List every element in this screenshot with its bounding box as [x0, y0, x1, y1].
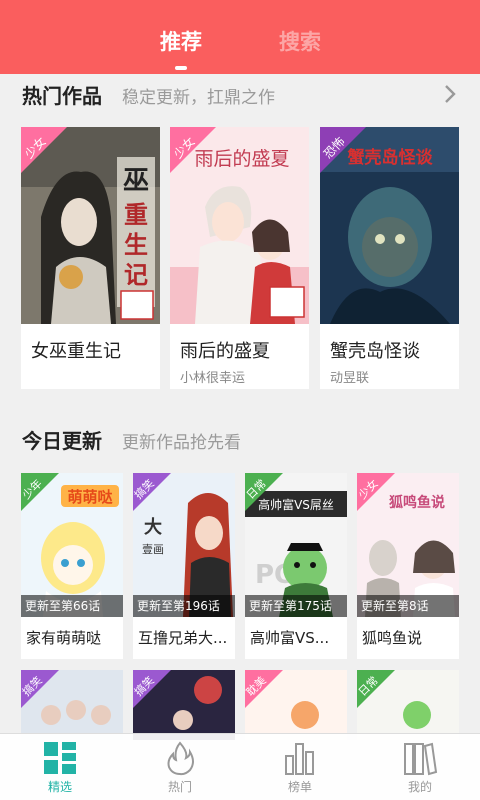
- nav-label: 精选: [47, 780, 72, 794]
- update-item-card[interactable]: 萌萌哒 少年 更新至第66话 家有萌萌哒: [20, 473, 123, 659]
- hot-item-card[interactable]: 巫 重 生 记 少女 女巫重生记: [21, 127, 160, 389]
- comic-title: 家有萌萌哒: [26, 629, 102, 647]
- comic-title: 雨后的盛夏: [180, 341, 270, 362]
- section-title-hot: 热门作品: [22, 84, 102, 108]
- chevron-right-icon[interactable]: [442, 84, 458, 104]
- nav-item-hot[interactable]: 热门: [150, 740, 210, 798]
- hot-item-card[interactable]: 雨后的盛夏 少女 雨后的盛夏 小林很幸运: [170, 127, 309, 389]
- update-progress-badge: 更新至第8话: [357, 595, 459, 617]
- comic-card-partial[interactable]: 搞笑: [21, 670, 123, 740]
- svg-text:生: 生: [124, 230, 148, 259]
- comic-card-partial[interactable]: 耽美: [245, 670, 347, 740]
- comic-author: 动昱联: [330, 371, 370, 386]
- svg-text:重: 重: [124, 200, 148, 229]
- svg-text:大: 大: [144, 516, 162, 538]
- bar-chart-icon: [285, 743, 314, 775]
- svg-text:壹画: 壹画: [142, 543, 164, 556]
- section-subtitle-today: 更新作品抢先看: [122, 433, 241, 453]
- comic-title: 高帅富VS...: [250, 629, 330, 647]
- update-item-card[interactable]: 高帅富VS屌丝 POU 日常 更新至第175话 高帅富VS...: [244, 473, 347, 659]
- tab-search[interactable]: 搜索: [279, 26, 321, 56]
- section-subtitle-hot: 稳定更新，扛鼎之作: [122, 88, 275, 108]
- top-bar: 推荐 搜索: [0, 0, 480, 74]
- update-item-card[interactable]: 大 壹画 搞笑 更新至第196话 互撸兄弟大...: [132, 473, 235, 659]
- tab-indicator: [175, 66, 187, 70]
- flame-icon: [167, 741, 194, 776]
- nav-label: 热门: [167, 780, 192, 794]
- bookshelf-icon: [404, 742, 438, 776]
- comic-card-partial[interactable]: 日常: [357, 670, 459, 740]
- svg-text:狐鸣鱼说: 狐鸣鱼说: [389, 494, 445, 511]
- nav-item-mine[interactable]: 我的: [390, 740, 450, 798]
- today-section-header: 今日更新 更新作品抢先看: [22, 425, 241, 455]
- svg-text:巫: 巫: [123, 166, 149, 196]
- section-title-today: 今日更新: [22, 429, 102, 453]
- comic-title: 女巫重生记: [31, 341, 121, 362]
- grid-icon: [44, 742, 76, 774]
- update-progress-badge: 更新至第66话: [21, 595, 123, 617]
- svg-text:萌萌哒: 萌萌哒: [67, 488, 113, 506]
- comic-title: 蟹壳岛怪谈: [330, 341, 420, 362]
- nav-label: 榜单: [287, 780, 312, 794]
- comic-title: 互撸兄弟大...: [138, 629, 228, 647]
- hot-item-card[interactable]: 蟹壳岛怪谈 恐怖 蟹壳岛怪谈 动昱联: [320, 127, 459, 389]
- nav-item-featured[interactable]: 精选: [30, 740, 90, 798]
- comic-title: 狐鸣鱼说: [362, 629, 423, 647]
- update-progress-badge: 更新至第175话: [245, 595, 347, 617]
- bottom-nav: 精选 热门 榜单 我的: [0, 733, 480, 800]
- comic-card-partial[interactable]: 搞笑: [133, 670, 235, 740]
- hot-section-header: 热门作品 稳定更新，扛鼎之作: [22, 80, 275, 110]
- nav-item-ranking[interactable]: 榜单: [270, 740, 330, 798]
- svg-text:记: 记: [124, 260, 148, 289]
- update-progress-badge: 更新至第196话: [133, 595, 235, 617]
- nav-label: 我的: [407, 780, 432, 794]
- update-item-card[interactable]: 狐鸣鱼说 少女 更新至第8话 狐鸣鱼说: [356, 473, 459, 659]
- tab-recommend[interactable]: 推荐: [160, 26, 202, 56]
- comic-author: 小林很幸运: [180, 371, 246, 386]
